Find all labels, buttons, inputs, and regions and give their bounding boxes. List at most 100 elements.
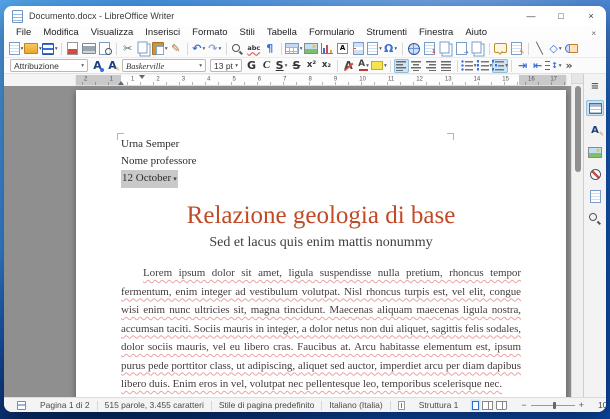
- zoom-out-button[interactable]: −: [521, 400, 526, 410]
- special-character-button[interactable]: Ω ▾: [383, 41, 399, 56]
- basic-shapes-button[interactable]: ◇ ▾: [548, 41, 564, 56]
- maximize-button[interactable]: □: [546, 6, 576, 26]
- dropdown-arrow[interactable]: ▾: [55, 46, 58, 52]
- page-style[interactable]: Stile di pagina predefinito: [212, 400, 321, 410]
- dropdown-arrow[interactable]: ▾: [559, 46, 562, 52]
- dropdown-arrow[interactable]: ▾: [384, 63, 387, 69]
- undo-button[interactable]: ↶ ▾: [191, 41, 207, 56]
- zoom-slider[interactable]: [530, 401, 575, 409]
- menu-item[interactable]: File: [10, 26, 37, 40]
- align-justify-button[interactable]: [439, 59, 454, 73]
- menu-item[interactable]: Modifica: [37, 26, 84, 40]
- dropdown-arrow[interactable]: ▾: [394, 46, 397, 52]
- sidebar-tab-style-inspector[interactable]: [586, 210, 604, 226]
- underline-button[interactable]: S ▾: [274, 59, 289, 73]
- spelling-button[interactable]: abc: [246, 41, 262, 56]
- text-language[interactable]: Italiano (Italia): [322, 400, 389, 410]
- dropdown-arrow[interactable]: ▾: [285, 63, 288, 69]
- zoom-slider-thumb[interactable]: [552, 401, 556, 409]
- document-page[interactable]: Urna Semper Nome professore 12 October ▾ …: [76, 90, 566, 397]
- page-break-button[interactable]: [351, 41, 367, 56]
- close-button[interactable]: ×: [576, 6, 606, 26]
- vertical-scrollbar[interactable]: [571, 74, 583, 397]
- unordered-list-button[interactable]: ▾: [461, 59, 477, 73]
- cut-button[interactable]: ✂: [120, 41, 136, 56]
- outline-list-button[interactable]: ▾: [492, 58, 509, 73]
- open-button[interactable]: ▾: [24, 41, 42, 56]
- line-spacing-button[interactable]: ↕ ▾: [545, 59, 561, 73]
- subscript-button[interactable]: x₂: [319, 59, 334, 73]
- sidebar-tab-navigator[interactable]: [586, 166, 604, 182]
- page-count[interactable]: Pagina 1 di 2: [33, 400, 97, 410]
- zoom-level[interactable]: 100%: [591, 400, 606, 410]
- chevron-down-icon[interactable]: ▾: [199, 63, 202, 69]
- role-line[interactable]: Nome professore: [121, 153, 521, 170]
- close-document-icon[interactable]: ×: [587, 29, 600, 38]
- italic-button[interactable]: C: [259, 59, 274, 73]
- font-size-combo[interactable]: 13 pt ▾: [210, 59, 242, 72]
- hyperlink-button[interactable]: [406, 41, 422, 56]
- font-color-button[interactable]: A ▾: [356, 59, 371, 73]
- scrollbar-thumb[interactable]: [574, 86, 581, 172]
- sidebar-tab-properties[interactable]: [586, 100, 604, 116]
- superscript-button[interactable]: x²: [304, 59, 319, 73]
- dropdown-arrow[interactable]: ▾: [21, 46, 24, 52]
- author-line[interactable]: Urna Semper: [121, 136, 521, 153]
- formatting-marks-button[interactable]: ¶: [262, 41, 278, 56]
- ordered-list-button[interactable]: ▾: [477, 59, 493, 73]
- insert-endnote-button[interactable]: [438, 41, 454, 56]
- insert-footnote-button[interactable]: [422, 41, 438, 56]
- clone-formatting-button[interactable]: ✎: [168, 41, 184, 56]
- insert-mode-icon[interactable]: [397, 400, 405, 410]
- single-page-view-icon[interactable]: [472, 400, 480, 410]
- insert-bookmark-button[interactable]: [454, 41, 470, 56]
- copy-button[interactable]: [136, 41, 152, 56]
- symbol-shapes-button[interactable]: [564, 41, 580, 56]
- first-line-indent-marker[interactable]: [139, 75, 145, 82]
- track-changes-button[interactable]: [509, 41, 525, 56]
- insert-image-button[interactable]: [303, 41, 319, 56]
- book-view-icon[interactable]: [496, 400, 508, 410]
- multi-page-view-icon[interactable]: [482, 400, 494, 410]
- body-paragraph[interactable]: Lorem ipsum dolor sit amet, ligula suspe…: [121, 264, 521, 394]
- left-indent-marker[interactable]: [118, 78, 124, 85]
- menu-item[interactable]: Strumenti: [360, 26, 413, 40]
- new-document-button[interactable]: ▾: [8, 41, 24, 56]
- date-field[interactable]: 12 October ▾: [121, 170, 178, 188]
- sidebar-settings-button[interactable]: ≡: [586, 78, 604, 94]
- scrollbar-top-button[interactable]: [572, 74, 583, 84]
- menu-item[interactable]: Formato: [186, 26, 233, 40]
- menu-item[interactable]: Tabella: [261, 26, 303, 40]
- export-pdf-button[interactable]: [65, 41, 81, 56]
- paste-button[interactable]: ▾: [152, 41, 168, 56]
- align-left-button[interactable]: [393, 58, 409, 73]
- strikethrough-button[interactable]: S: [289, 59, 304, 73]
- insert-field-button[interactable]: ▾: [367, 41, 383, 56]
- unsaved-changes-icon[interactable]: [17, 400, 26, 410]
- font-name-combo[interactable]: Baskerville ▾: [122, 59, 206, 72]
- dropdown-arrow[interactable]: ▾: [202, 46, 205, 52]
- sidebar-tab-gallery[interactable]: [586, 144, 604, 160]
- increase-indent-button[interactable]: ⇥: [515, 59, 530, 73]
- document-title[interactable]: Relazione geologia di base: [121, 201, 521, 231]
- chevron-down-icon[interactable]: ▾: [235, 63, 238, 69]
- cross-reference-button[interactable]: [470, 41, 486, 56]
- menu-item[interactable]: Visualizza: [85, 26, 140, 40]
- toolbar-overflow-button[interactable]: »: [562, 59, 577, 73]
- update-style-button[interactable]: A: [90, 59, 105, 73]
- sidebar-tab-page[interactable]: [586, 188, 604, 204]
- document-subtitle[interactable]: Sed et lacus quis enim mattis nonummy: [121, 234, 521, 252]
- decrease-indent-button[interactable]: ⇤: [530, 59, 545, 73]
- find-replace-button[interactable]: [230, 41, 246, 56]
- date-field-dropdown-icon[interactable]: ▾: [173, 175, 177, 183]
- highlight-color-button[interactable]: ▾: [371, 59, 387, 73]
- dropdown-arrow[interactable]: ▾: [505, 63, 508, 69]
- menu-item[interactable]: Finestra: [413, 26, 459, 40]
- zoom-in-button[interactable]: +: [579, 400, 584, 410]
- paragraph-style-combo[interactable]: Attribuzione ▾: [10, 59, 88, 72]
- insert-line-button[interactable]: ╲: [532, 41, 548, 56]
- outline-level[interactable]: Struttura 1: [412, 400, 466, 410]
- redo-button[interactable]: ↷ ▾: [207, 41, 223, 56]
- dropdown-arrow[interactable]: ▾: [379, 46, 382, 52]
- insert-chart-button[interactable]: [319, 41, 335, 56]
